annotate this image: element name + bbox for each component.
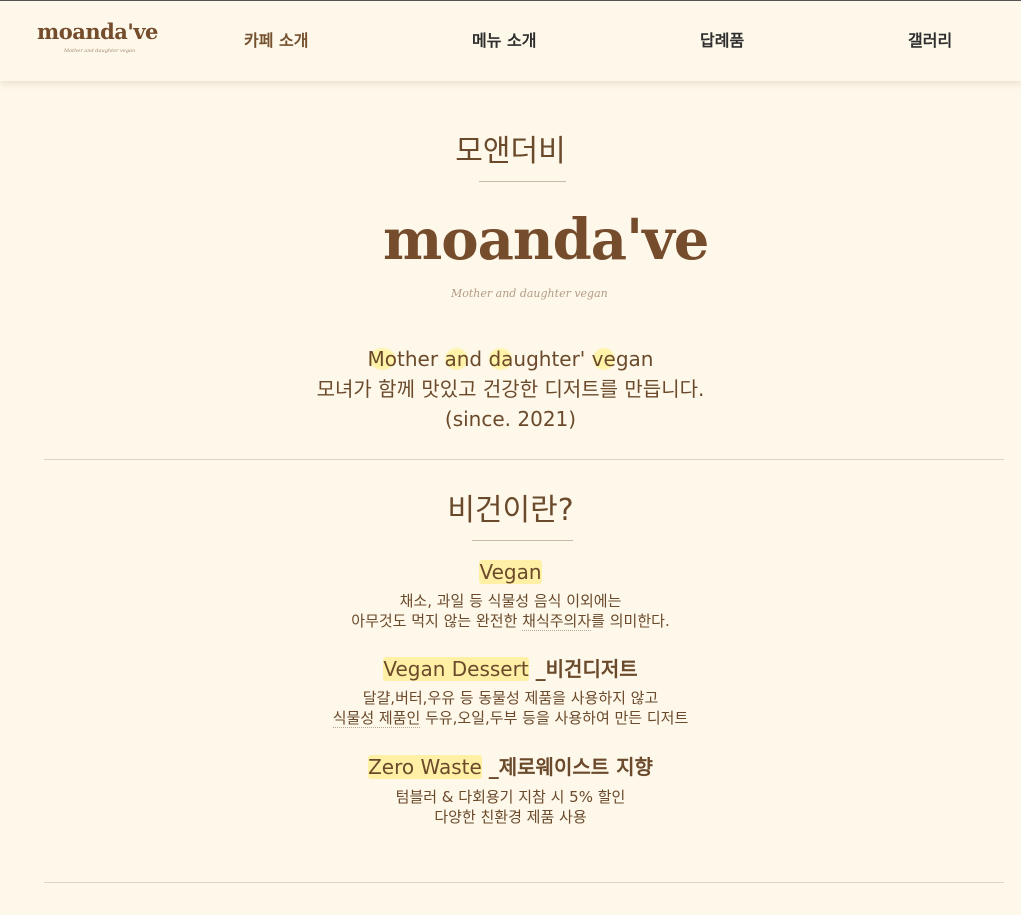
section-divider — [44, 459, 1004, 460]
tagline-ther: ther — [397, 347, 445, 371]
vegan-desc-line1: 채소, 과일 등 식물성 음식 이외에는 — [399, 592, 622, 610]
about-logo-subtitle: Mother and daughter vegan — [451, 287, 608, 300]
vegan-dessert-desc-term: 식물성 제품인 — [332, 709, 421, 728]
zero-waste-heading-rest: _제로웨이스트 지향 — [481, 755, 653, 779]
zero-waste-desc-line2: 다양한 친환경 제품 사용 — [434, 808, 587, 826]
vegan-dessert-heading-mark: Vegan Dessert — [383, 657, 529, 681]
header-logo-wordmark: moanda've — [37, 19, 158, 44]
tagline-ughter: ughter' — [513, 347, 592, 371]
vegan-dessert-desc-line2: 식물성 제품인 두유,오일,두부 등을 사용하여 만든 디저트 — [0, 708, 1021, 728]
about-logo-wordmark: moanda've — [383, 207, 709, 273]
nav-item-gallery[interactable]: 갤러리 — [908, 31, 952, 51]
tagline-ve: ve — [591, 347, 616, 371]
vegan-desc-term: 채식주의자 — [522, 612, 592, 631]
vegan-heading-mark: Vegan — [479, 560, 542, 584]
vegan-heading: Vegan — [0, 559, 1021, 585]
page: moanda've Mother and daughter vegan 카페 소… — [0, 0, 1021, 915]
zero-waste-heading-mark: Zero Waste — [368, 755, 482, 779]
site-header: moanda've Mother and daughter vegan 카페 소… — [0, 1, 1021, 81]
about-since: (since. 2021) — [444, 407, 577, 431]
about-logo: moanda've Mother and daughter vegan — [383, 208, 709, 308]
header-logo[interactable]: moanda've Mother and daughter vegan — [37, 21, 158, 61]
nav-item-return-gifts[interactable]: 답례품 — [700, 31, 744, 51]
vegan-desc-line2-post: 를 의미한다. — [591, 612, 670, 630]
vegan-desc-line2: 아무것도 먹지 않는 완전한 채식주의자를 의미한다. — [0, 611, 1021, 631]
zero-waste-heading: Zero Waste _제로웨이스트 지향 — [0, 754, 1021, 780]
header-logo-subtitle: Mother and daughter vegan — [64, 48, 136, 54]
about-title: 모앤더비 — [455, 134, 566, 169]
vegan-dessert-heading: Vegan Dessert _비건디저트 — [0, 656, 1021, 682]
about-description: 모녀가 함께 맛있고 건강한 디저트를 만듭니다. — [316, 377, 705, 401]
tagline-gan: gan — [615, 347, 654, 371]
nav-item-menu-intro[interactable]: 메뉴 소개 — [472, 31, 536, 51]
vegan-dessert-heading-rest: _비건디저트 — [528, 657, 638, 681]
section-divider-bottom — [44, 882, 1004, 883]
vegan-title: 비건이란? — [447, 493, 574, 528]
tagline-an: an — [444, 347, 470, 371]
zero-waste-desc-line1: 텀블러 & 다회용기 지참 시 5% 할인 — [395, 788, 626, 806]
tagline-da: da — [488, 347, 514, 371]
vegan-title-underline — [472, 540, 573, 541]
about-title-underline — [479, 181, 566, 182]
vegan-desc-line2-pre: 아무것도 먹지 않는 완전한 — [351, 612, 523, 630]
nav-item-cafe-intro[interactable]: 카페 소개 — [244, 31, 308, 51]
vegan-dessert-desc-line1: 달걀,버터,우유 등 동물성 제품을 사용하지 않고 — [362, 689, 659, 707]
tagline-mo: Mo — [367, 347, 398, 371]
tagline-d: d — [469, 347, 489, 371]
vegan-dessert-desc-line2-post: 두유,오일,두부 등을 사용하여 만든 디저트 — [420, 709, 689, 727]
about-tagline: Mother and daughter' vegan — [0, 344, 1021, 374]
